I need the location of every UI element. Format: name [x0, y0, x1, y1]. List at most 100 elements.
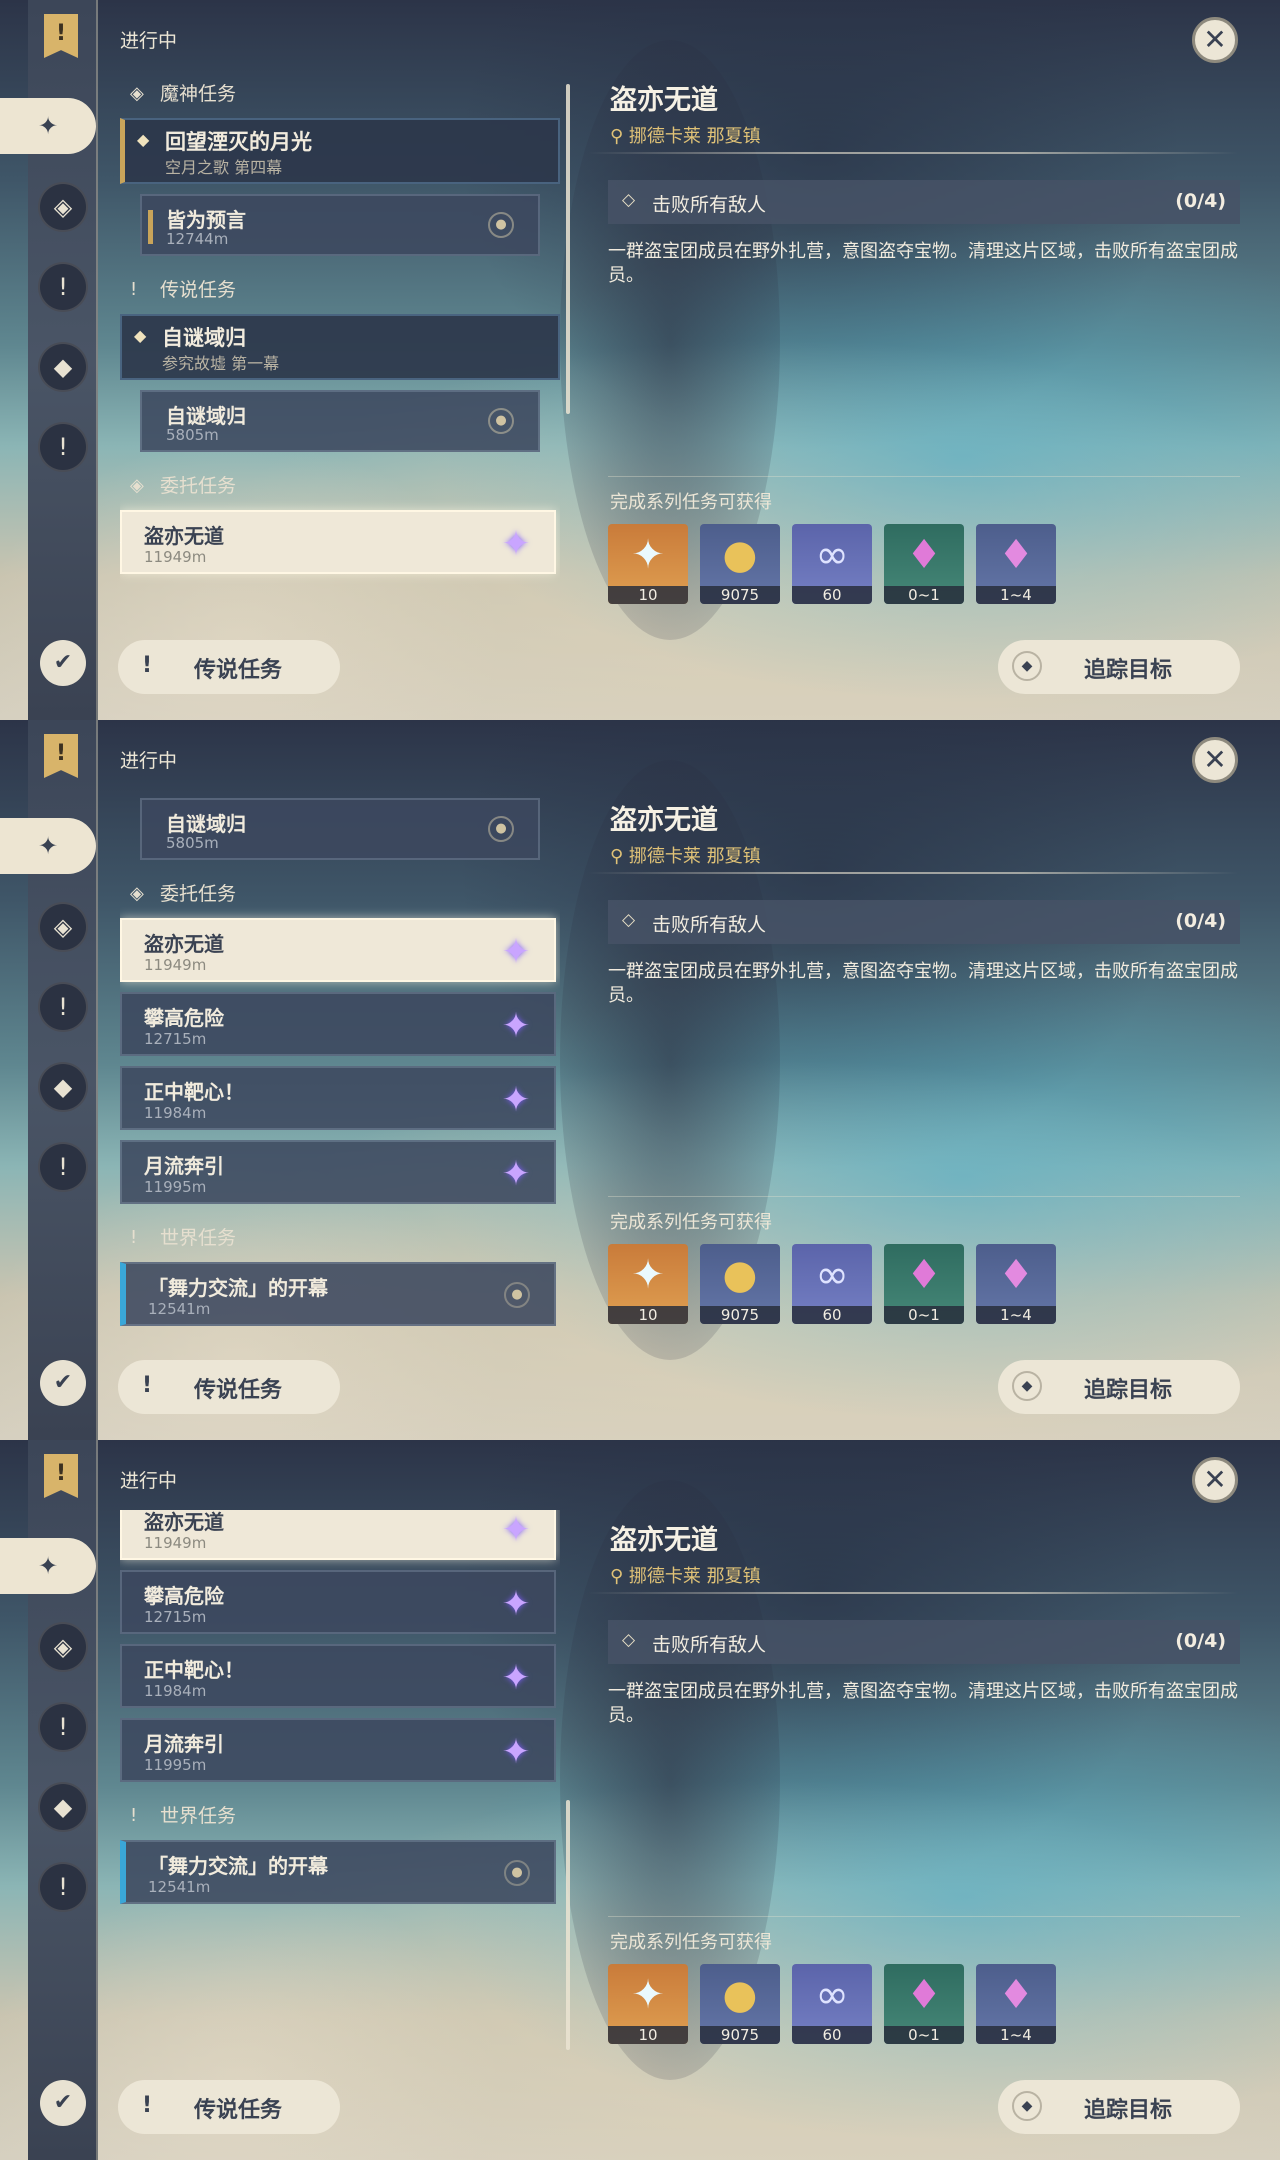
divider: [608, 1916, 1240, 1917]
rail-edge: [96, 720, 98, 1440]
primogem-icon: ✦: [631, 532, 665, 578]
world-quest-entry[interactable]: 「舞力交流」的开幕 12541m ●: [120, 1262, 556, 1326]
track-target-button[interactable]: ◆ 追踪目标: [998, 1360, 1240, 1414]
archon-sub-quest[interactable]: 皆为预言 12744m ●: [140, 194, 540, 256]
quest-location: ⚲ 挪德卡莱 那夏镇: [610, 126, 761, 147]
event-category-icon[interactable]: !: [38, 422, 88, 472]
world-category-icon[interactable]: ◆: [38, 1062, 88, 1112]
commission-category-icon[interactable]: ✦: [0, 98, 96, 154]
completed-quests-icon[interactable]: ✔: [40, 640, 86, 686]
quest-screen-3: ! ✦ ◈ ! ◆ ! ✔ 进行中 ▶ 盗亦无道 11949m ✦ 攀高危险 1…: [0, 1440, 1280, 2160]
archon-quest-entry[interactable]: ◆ 回望湮灭的月光 空月之歌 第四幕: [120, 118, 560, 184]
commission-entry-selected[interactable]: ▶ 盗亦无道 11949m ✦: [120, 1510, 556, 1560]
commission-entry[interactable]: 攀高危险 12715m ✦: [120, 1570, 556, 1634]
crystal-small-icon: ♦: [906, 532, 942, 578]
friendship-icon: ∞: [815, 1972, 849, 2018]
location-pin-icon[interactable]: ●: [504, 1282, 530, 1308]
legend-sub-quest[interactable]: 自谜域归 5805m ●: [140, 390, 540, 452]
quest-screen-2: ! ✦ ◈ ! ◆ ! ✔ 进行中 自谜域归 5805m ● ◈委托任务 ▶ 盗…: [0, 720, 1280, 1440]
legend-quest-button[interactable]: ! 传说任务: [118, 640, 340, 694]
track-diamond-icon: ◆: [1012, 2091, 1042, 2121]
commission-star-icon: ✦: [501, 1658, 531, 1698]
reward-mora[interactable]: ● 9075: [700, 1244, 780, 1324]
reward-primogem[interactable]: ✦ 10: [608, 1964, 688, 2044]
world-category-icon[interactable]: ◆: [38, 1782, 88, 1832]
legend-category-icon[interactable]: !: [38, 982, 88, 1032]
commission-entry-selected[interactable]: ▶ 盗亦无道 11949m ✦: [120, 918, 556, 982]
exclamation-icon: !: [141, 2093, 153, 2118]
friendship-icon: ∞: [815, 532, 849, 578]
event-category-icon[interactable]: !: [38, 1862, 88, 1912]
commission-entry-selected[interactable]: ▶ 盗亦无道 11949m ✦: [120, 510, 556, 574]
world-quest-entry[interactable]: 「舞力交流」的开幕 12541m ●: [120, 1840, 556, 1904]
objective-row: ◇ 击败所有敌人 (0/4): [608, 1620, 1240, 1664]
location-pin-icon[interactable]: ●: [488, 816, 514, 842]
reward-primogem[interactable]: ✦ 10: [608, 524, 688, 604]
diamond-icon: ◆: [137, 130, 150, 149]
track-target-button[interactable]: ◆ 追踪目标: [998, 2080, 1240, 2134]
objective-row: ◇ 击败所有敌人 (0/4): [608, 180, 1240, 224]
close-button[interactable]: ✕: [1192, 17, 1238, 63]
legend-category-icon[interactable]: !: [38, 262, 88, 312]
legend-category-icon[interactable]: !: [38, 1702, 88, 1752]
list-scrollbar[interactable]: [566, 1800, 570, 2050]
selection-arrow-icon: ▶: [120, 942, 121, 958]
commission-entry[interactable]: 月流奔引 11995m ✦: [120, 1140, 556, 1204]
archon-category-icon[interactable]: ◈: [38, 182, 88, 232]
completed-quests-icon[interactable]: ✔: [40, 2080, 86, 2126]
reward-crystal-small[interactable]: ♦ 0~1: [884, 524, 964, 604]
archon-category-icon[interactable]: ◈: [38, 902, 88, 952]
commission-entry[interactable]: 正中靶心！ 11984m ✦: [120, 1644, 556, 1708]
reward-primogem[interactable]: ✦ 10: [608, 1244, 688, 1324]
track-target-button[interactable]: ◆ 追踪目标: [998, 640, 1240, 694]
crystal-large-icon: ♦: [998, 1972, 1034, 2018]
divider: [588, 872, 1238, 874]
archon-category-icon[interactable]: ◈: [38, 1622, 88, 1672]
completed-quests-icon[interactable]: ✔: [40, 1360, 86, 1406]
track-diamond-icon: ◆: [1012, 1371, 1042, 1401]
location-pin-icon[interactable]: ●: [504, 1860, 530, 1886]
commission-entry[interactable]: 月流奔引 11995m ✦: [120, 1718, 556, 1782]
reward-friendship[interactable]: ∞ 60: [792, 1244, 872, 1324]
commission-entry[interactable]: 攀高危险 12715m ✦: [120, 992, 556, 1056]
rail-edge: [96, 1440, 98, 2160]
legend-quest-button[interactable]: ! 传说任务: [118, 1360, 340, 1414]
quest-list[interactable]: ◈ 魔神任务 ◆ 回望湮灭的月光 空月之歌 第四幕 皆为预言 12744m ● !…: [120, 70, 560, 620]
quest-list[interactable]: ▶ 盗亦无道 11949m ✦ 攀高危险 12715m ✦ 正中靶心！ 1198…: [120, 1510, 560, 2060]
commission-category-icon[interactable]: ✦: [0, 1538, 96, 1594]
category-archon: ◈ 魔神任务: [120, 70, 560, 118]
location-pin-icon[interactable]: ●: [488, 212, 514, 238]
reward-mora[interactable]: ● 9075: [700, 1964, 780, 2044]
event-category-icon[interactable]: !: [38, 1142, 88, 1192]
primogem-icon: ✦: [631, 1972, 665, 2018]
list-scrollbar[interactable]: [566, 84, 570, 414]
legend-sub-quest[interactable]: 自谜域归 5805m ●: [140, 798, 540, 860]
reward-crystal-small[interactable]: ♦ 0~1: [884, 1964, 964, 2044]
commission-entry[interactable]: 正中靶心！ 11984m ✦: [120, 1066, 556, 1130]
legend-quest-entry[interactable]: ◆ 自谜域归 参究故墟 第一幕: [120, 314, 560, 380]
quest-list[interactable]: 自谜域归 5805m ● ◈委托任务 ▶ 盗亦无道 11949m ✦ 攀高危险 …: [120, 790, 560, 1340]
commission-star-icon: ✦: [501, 1510, 531, 1550]
crystal-large-icon: ♦: [998, 1252, 1034, 1298]
world-category-icon[interactable]: ◆: [38, 342, 88, 392]
crystal-small-icon: ♦: [906, 1252, 942, 1298]
reward-crystal-large[interactable]: ♦ 1~4: [976, 1244, 1056, 1324]
quest-screen-1: ! ✦ ◈ ! ◆ ! ✔ 进行中 ◈ 魔神任务 ◆ 回望湮灭的月光 空月之歌 第…: [0, 0, 1280, 720]
legend-quest-button[interactable]: ! 传说任务: [118, 2080, 340, 2134]
reward-crystal-large[interactable]: ♦ 1~4: [976, 1964, 1056, 2044]
reward-crystal-small[interactable]: ♦ 0~1: [884, 1244, 964, 1324]
close-button[interactable]: ✕: [1192, 1457, 1238, 1503]
close-button[interactable]: ✕: [1192, 737, 1238, 783]
reward-crystal-large[interactable]: ♦ 1~4: [976, 524, 1056, 604]
reward-friendship[interactable]: ∞ 60: [792, 524, 872, 604]
location-icon: ⚲: [610, 1566, 629, 1587]
reward-friendship[interactable]: ∞ 60: [792, 1964, 872, 2044]
mora-icon: ●: [722, 1252, 758, 1298]
category-commission: ◈ 委托任务: [120, 462, 560, 510]
reward-mora[interactable]: ● 9075: [700, 524, 780, 604]
category-world: ! 世界任务: [120, 1792, 560, 1840]
commission-category-icon[interactable]: ✦: [0, 818, 96, 874]
track-diamond-icon: ◆: [1012, 651, 1042, 681]
location-pin-icon[interactable]: ●: [488, 408, 514, 434]
diamond-icon: ◇: [622, 190, 636, 210]
